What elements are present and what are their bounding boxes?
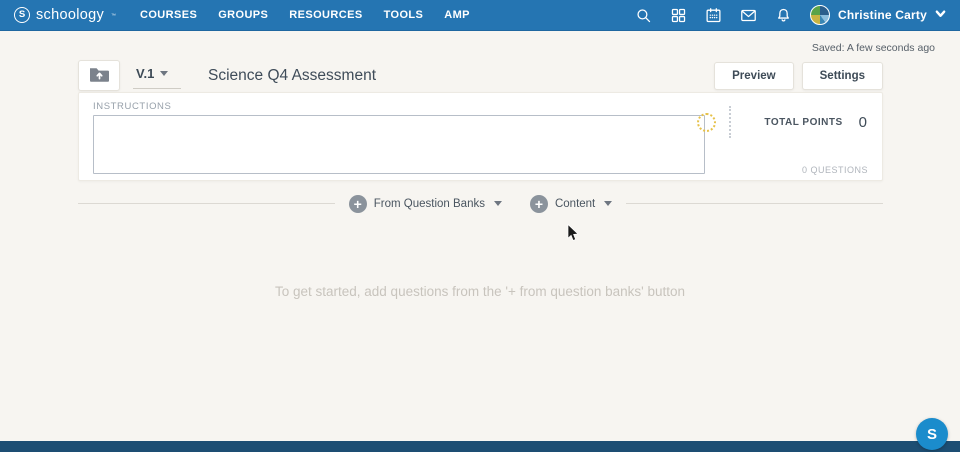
apps-grid-icon[interactable] (670, 7, 687, 24)
total-points-value: 0 (859, 114, 867, 131)
dotted-divider (729, 106, 731, 138)
nav-item-tools[interactable]: TOOLS (382, 0, 426, 30)
messages-icon[interactable] (740, 7, 757, 24)
empty-state-message: To get started, add questions from the '… (0, 284, 960, 299)
calendar-icon[interactable] (705, 7, 722, 24)
points-ring-icon (697, 113, 716, 132)
add-from-question-banks-label: From Question Banks (374, 198, 485, 210)
support-widget-button[interactable]: S (916, 418, 948, 450)
user-menu[interactable]: Christine Carty (810, 5, 946, 25)
schoology-assessment-editor: S schoology ™ COURSES GROUPS RESOURCES T… (0, 0, 960, 452)
folder-up-icon (89, 66, 110, 86)
user-name: Christine Carty (838, 8, 927, 22)
add-from-question-banks-button[interactable]: From Question Banks (345, 193, 506, 215)
divider-line (626, 203, 883, 204)
footer-bar (0, 441, 960, 452)
settings-button[interactable]: Settings (802, 62, 883, 90)
preview-button[interactable]: Preview (714, 62, 793, 90)
notifications-icon[interactable] (775, 7, 792, 24)
caret-down-icon (160, 71, 168, 76)
version-dropdown[interactable]: V.1 (133, 62, 181, 89)
avatar (810, 5, 830, 25)
saved-status: Saved: A few seconds ago (812, 42, 935, 54)
top-navbar: S schoology ™ COURSES GROUPS RESOURCES T… (0, 0, 960, 31)
nav-item-courses[interactable]: COURSES (138, 0, 199, 30)
caret-down-icon (604, 201, 612, 206)
brand-name: schoology (36, 7, 104, 23)
mouse-cursor (567, 224, 579, 247)
total-points-label: TOTAL POINTS (764, 117, 842, 128)
version-label: V.1 (136, 66, 154, 81)
assessment-header: V.1 Science Q4 Assessment Preview Settin… (78, 60, 883, 91)
plus-icon (530, 195, 548, 213)
back-to-folder-button[interactable] (78, 60, 120, 91)
instructions-card: INSTRUCTIONS TOTAL POINTS 0 0 QUESTIONS (78, 92, 883, 181)
schoology-s-icon: S (14, 7, 30, 23)
trademark-symbol: ™ (111, 13, 116, 19)
points-area: TOTAL POINTS 0 (697, 106, 867, 138)
navbar-right: Christine Carty (635, 5, 946, 25)
search-icon[interactable] (635, 7, 652, 24)
add-content-label: Content (555, 198, 595, 210)
nav-item-resources[interactable]: RESOURCES (287, 0, 364, 30)
header-actions: Preview Settings (714, 62, 883, 90)
divider-line (78, 203, 335, 204)
plus-icon (349, 195, 367, 213)
instructions-textarea[interactable] (93, 115, 705, 174)
assessment-title: Science Q4 Assessment (208, 67, 376, 85)
nav-item-amp[interactable]: AMP (442, 0, 472, 30)
instructions-label: INSTRUCTIONS (93, 101, 171, 112)
logo-letter: S (19, 10, 25, 20)
chevron-down-icon (935, 6, 946, 24)
question-count: 0 QUESTIONS (802, 165, 868, 175)
add-row: From Question Banks Content (78, 192, 883, 215)
caret-down-icon (494, 201, 502, 206)
add-content-button[interactable]: Content (526, 193, 616, 215)
assessment-page: Saved: A few seconds ago V.1 Science Q4 … (0, 31, 960, 452)
nav-item-groups[interactable]: GROUPS (216, 0, 270, 30)
primary-nav: COURSES GROUPS RESOURCES TOOLS AMP (138, 0, 472, 30)
schoology-logo[interactable]: S schoology ™ (14, 7, 116, 23)
